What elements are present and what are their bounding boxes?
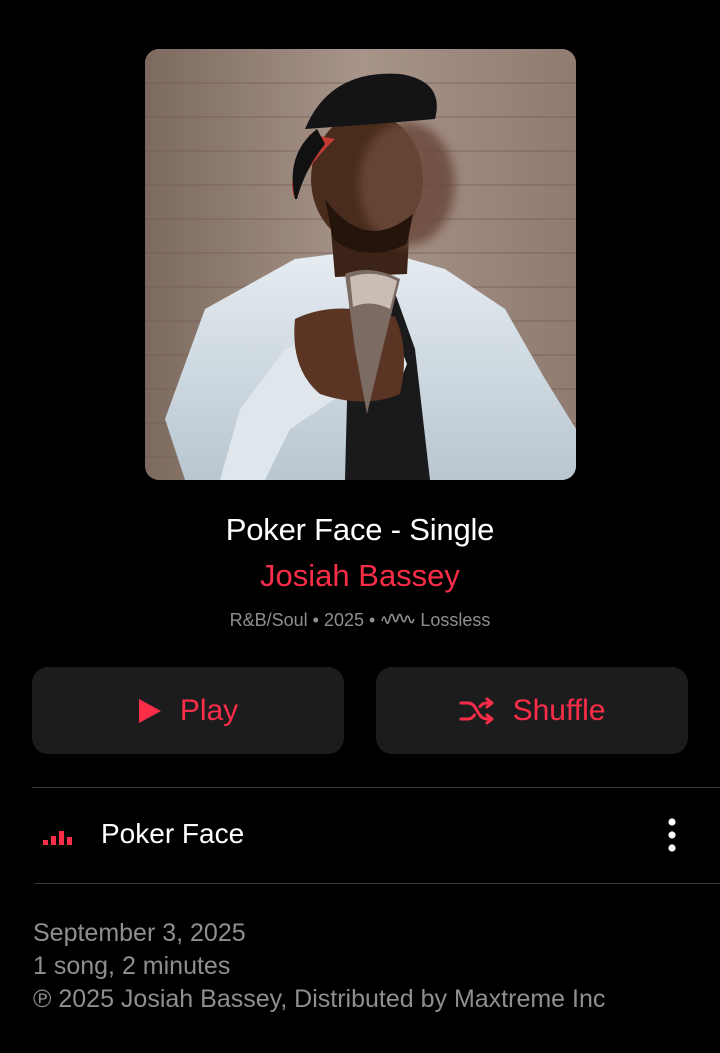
year-label: 2025	[323, 609, 365, 630]
more-vertical-icon[interactable]	[662, 818, 682, 852]
album-artwork-image	[145, 49, 576, 480]
track-title: Poker Face	[101, 818, 245, 849]
shuffle-button-label: Shuffle	[512, 693, 606, 727]
album-summary: 1 song, 2 minutes	[33, 952, 231, 980]
divider	[35, 883, 720, 884]
meta-separator: •	[369, 609, 376, 630]
copyright-text: ℗ 2025 Josiah Bassey, Distributed by Max…	[33, 985, 606, 1013]
album-title: Poker Face - Single	[225, 512, 495, 547]
now-playing-icon	[43, 831, 72, 845]
artist-link[interactable]: Josiah Bassey	[0, 558, 720, 594]
shuffle-button[interactable]: Shuffle	[376, 667, 688, 754]
album-meta: R&B/Soul • 2025 • Lossless	[0, 609, 720, 631]
lossless-icon	[381, 613, 416, 625]
release-date: September 3, 2025	[33, 919, 246, 947]
meta-separator: •	[312, 609, 319, 630]
genre-label: R&B/Soul	[229, 609, 308, 630]
album-artwork[interactable]	[145, 49, 576, 480]
track-row[interactable]: Poker Face	[0, 788, 720, 883]
play-icon	[138, 698, 162, 724]
album-footer: September 3, 2025 1 song, 2 minutes ℗ 20…	[33, 917, 605, 1016]
quality-label: Lossless	[420, 609, 491, 630]
play-button[interactable]: Play	[32, 667, 344, 754]
shuffle-icon	[459, 697, 495, 725]
play-button-label: Play	[179, 693, 239, 727]
